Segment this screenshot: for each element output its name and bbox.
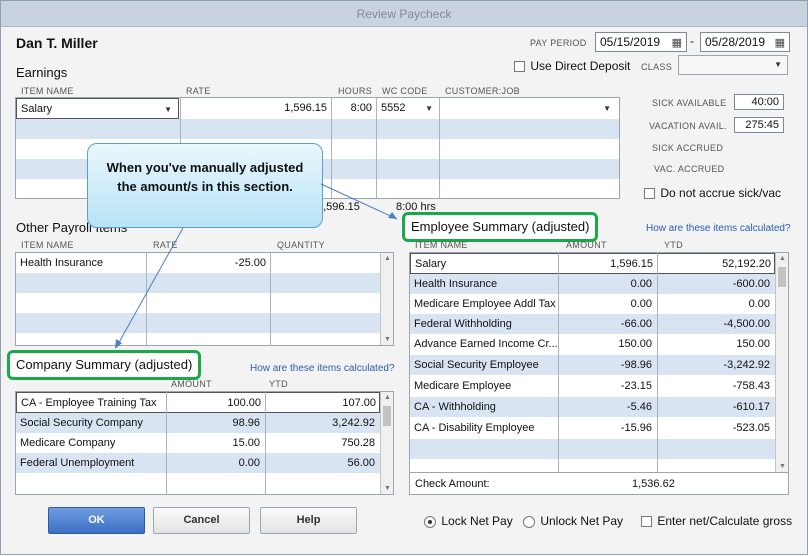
enter-net-checkbox[interactable]: Enter net/Calculate gross <box>641 514 792 528</box>
callout-arrows <box>115 183 398 349</box>
radio-selected-icon[interactable] <box>424 515 436 528</box>
unlock-net-pay-radio[interactable]: Unlock Net Pay <box>523 514 623 528</box>
ok-button[interactable]: OK <box>48 507 145 534</box>
unlock-net-pay-label: Unlock Net Pay <box>540 514 624 528</box>
help-button[interactable]: Help <box>260 507 357 534</box>
review-paycheck-window: Review Paycheck Dan T. Miller PAY PERIOD… <box>0 0 808 555</box>
callout-arrow-line <box>116 227 184 347</box>
checkbox-icon[interactable] <box>641 516 652 528</box>
lock-net-pay-label: Lock Net Pay <box>441 514 513 528</box>
callout-arrow-line <box>320 183 398 220</box>
callout-arrowhead <box>115 339 122 349</box>
lock-net-pay-radio[interactable]: Lock Net Pay <box>424 514 513 528</box>
cancel-button[interactable]: Cancel <box>153 507 250 534</box>
enter-net-label: Enter net/Calculate gross <box>657 514 793 528</box>
radio-icon[interactable] <box>523 515 535 528</box>
